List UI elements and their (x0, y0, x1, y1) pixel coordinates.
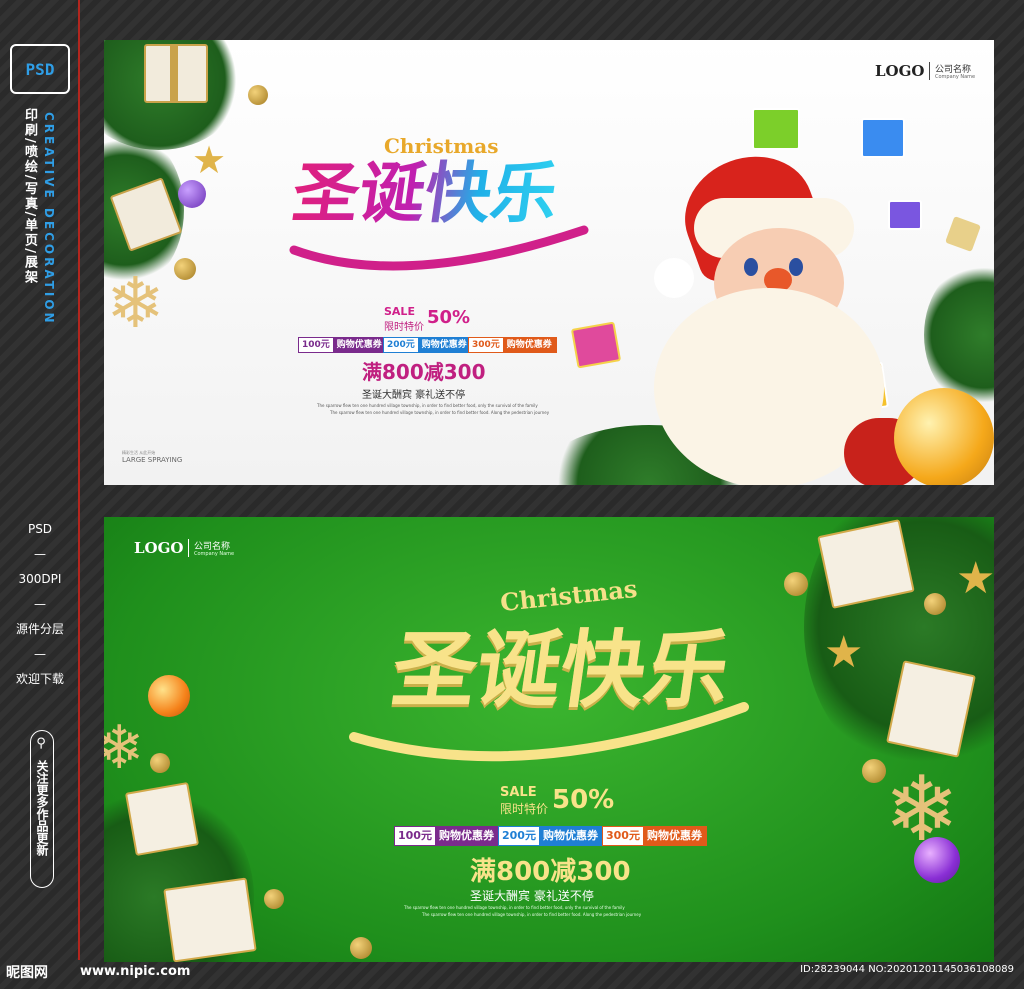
gift-box (752, 108, 800, 150)
sale-percent: 50% (552, 785, 615, 815)
coupon-amount: 300元 (469, 338, 503, 352)
coupon-200[interactable]: 200元 购物优惠券 (498, 826, 603, 846)
creative-decoration-text: CREATIVE DECORATION (42, 112, 56, 326)
sale-percent: 50% (427, 307, 471, 328)
sale-sub: 限时特价 (384, 322, 424, 333)
coupon-label: 购物优惠券 (434, 827, 498, 845)
sale-sub: 限时特价 (500, 802, 549, 816)
gold-ornament (350, 937, 372, 959)
coupon-amount: 200元 (499, 827, 539, 845)
spec-psd: PSD (27, 522, 53, 536)
gift-box (945, 216, 981, 252)
slogan: 圣诞大酬宾 豪礼送不停 (470, 889, 594, 903)
gold-ornament (150, 753, 170, 773)
gold-ornament (174, 258, 196, 280)
gift-box (570, 321, 622, 369)
swash-decoration (289, 225, 589, 271)
banner-white: ★ ❄ LOGO 公司名称 Company Name Christmas 圣诞快… (104, 40, 994, 485)
purple-ornament (914, 837, 960, 883)
divider: — (34, 647, 46, 661)
coupon-amount: 200元 (384, 338, 418, 352)
snowflake-icon: ❄ (104, 713, 145, 783)
logo-divider (188, 539, 189, 557)
sale-label: SALE (500, 785, 537, 800)
services-text: 印刷/喷绘/写真/单页/展架 (22, 108, 37, 285)
gold-ornament (784, 572, 808, 596)
large-spraying-text: LARGE SPRAYING (122, 456, 183, 464)
gold-ornament (248, 85, 268, 105)
purple-ornament (178, 180, 206, 208)
image-id: ID:28239044 NO:20201201145036108089 (800, 964, 1014, 975)
coupon-amount: 300元 (603, 827, 643, 845)
sale-label: SALE (384, 305, 415, 318)
coupon-label: 购物优惠券 (332, 338, 386, 352)
ribbon (170, 44, 178, 103)
fine-print: The sparrow flew ten one hundred village… (422, 912, 642, 917)
site-logo[interactable]: 昵图网 (6, 962, 48, 982)
star-icon: ★ (956, 553, 994, 604)
spec-list: PSD — 300DPI — 源件分层 — 欢迎下载 (0, 514, 80, 694)
star-icon: ★ (824, 627, 864, 678)
orange-ornament (148, 675, 190, 717)
offer-text: 满800减300 (362, 360, 486, 384)
santa-illustration (624, 139, 994, 485)
gold-ornament (924, 593, 946, 615)
offer-text: 满800减300 (470, 857, 631, 887)
divider: — (34, 547, 46, 561)
banner-green: LOGO 公司名称 Company Name ★ ★ ❄ ❄ Christmas… (104, 517, 994, 962)
star-icon: ★ (192, 138, 227, 182)
sidebar-divider (78, 0, 80, 960)
coupon-label: 购物优惠券 (642, 827, 706, 845)
gift-box (124, 781, 200, 857)
coupon-300[interactable]: 300元 购物优惠券 (468, 337, 557, 353)
slogan: 圣诞大酬宾 豪礼送不停 (362, 390, 466, 401)
coupon-label: 购物优惠券 (417, 338, 471, 352)
coupon-100[interactable]: 100元 购物优惠券 (298, 337, 387, 353)
fine-print: The sparrow flew ten one hundred village… (330, 410, 550, 415)
coupon-label: 购物优惠券 (502, 338, 556, 352)
site-url[interactable]: www.nipic.com (80, 964, 190, 979)
coupon-amount: 100元 (299, 338, 333, 352)
spec-dpi: 300DPI (18, 572, 62, 586)
spec-download: 欢迎下载 (15, 672, 64, 686)
logo: LOGO (134, 539, 184, 557)
company-name-en: Company Name (194, 551, 235, 557)
sidebar: PSD 印刷/喷绘/写真/单页/展架 CREATIVE DECORATION P… (0, 0, 80, 989)
coupon-100[interactable]: 100元 购物优惠券 (394, 826, 499, 846)
gift-box (861, 118, 905, 158)
divider: — (34, 597, 46, 611)
psd-badge: PSD (10, 44, 70, 94)
fine-print: The sparrow flew ten one hundred village… (317, 403, 538, 408)
gift-box (163, 877, 257, 962)
coupon-amount: 100元 (395, 827, 435, 845)
coupon-200[interactable]: 200元 购物优惠券 (383, 337, 472, 353)
snowflake-icon: ❄ (106, 262, 165, 344)
swash-decoration (349, 702, 749, 762)
fine-print: The sparrow flew ten one hundred village… (404, 905, 625, 910)
search-icon[interactable]: ⚲ (33, 736, 49, 752)
follow-text[interactable]: 关注更多作品更新 (33, 760, 49, 856)
company-name-en: Company Name (935, 74, 976, 80)
coupon-label: 购物优惠券 (538, 827, 602, 845)
logo: LOGO (875, 62, 925, 80)
coupon-300[interactable]: 300元 购物优惠券 (602, 826, 707, 846)
logo-divider (929, 62, 930, 80)
spec-layers: 源件分层 (15, 622, 64, 636)
gold-ornament (264, 889, 284, 909)
gold-ornament (862, 759, 886, 783)
